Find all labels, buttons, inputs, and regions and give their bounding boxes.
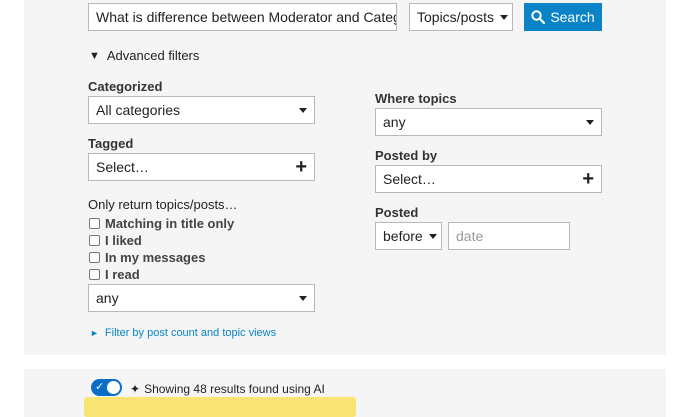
checkbox-i-liked[interactable]: I liked [89,233,142,248]
search-icon [531,10,546,24]
filter-link-label: Filter by post count and topic views [104,327,277,339]
tag-select[interactable]: Select… + [88,153,315,181]
only-return-label: Only return topics/posts… [88,197,238,212]
highlight-mark [84,397,356,417]
only-return-select-value: any [96,290,119,306]
chevron-down-icon [500,14,509,20]
posted-by-value: Select… [383,171,436,187]
checkbox-icon[interactable] [89,252,100,263]
posted-when-value: before [383,228,423,244]
categorized-label: Categorized [88,79,163,94]
checkbox-label: I liked [105,233,142,248]
chevron-down-icon [428,233,437,239]
sparkles-icon: ✦ [130,382,141,396]
posted-by-select[interactable]: Select… + [375,165,602,193]
date-placeholder: date [456,228,484,244]
toggle-knob [107,381,120,394]
only-return-select[interactable]: any [88,284,315,312]
chevron-down-icon [299,295,307,301]
advanced-filters-label: Advanced filters [106,48,200,63]
ai-results-label: Showing 48 results found using AI [144,382,325,396]
posted-label: Posted [375,205,419,220]
category-select[interactable]: All categories [88,96,315,124]
check-icon: ✓ [95,381,105,393]
triangle-down-icon: ▼ [89,49,100,62]
search-input-value: What is difference between Moderator and… [96,9,397,25]
filter-by-post-count-link[interactable]: ► Filter by post count and topic views [90,327,276,339]
checkbox-icon[interactable] [89,218,100,229]
search-button-label: Search [550,9,595,25]
ai-results-text: ✦ Showing 48 results found using AI [130,382,325,396]
advanced-filters-toggle[interactable]: ▼ Advanced filters [89,48,199,63]
category-select-value: All categories [96,102,181,118]
plus-icon: + [582,168,594,190]
checkbox-in-my-messages[interactable]: In my messages [89,250,205,265]
tagged-label: Tagged [88,136,134,151]
search-input[interactable]: What is difference between Moderator and… [88,3,397,31]
search-type-value: Topics/posts [417,9,495,25]
checkbox-icon[interactable] [89,269,100,280]
chevron-down-icon [586,119,594,125]
checkbox-label: Matching in title only [105,216,235,231]
triangle-right-icon: ► [90,328,99,338]
where-topics-select[interactable]: any [375,108,602,136]
checkbox-label: In my messages [105,250,206,265]
checkbox-i-read[interactable]: I read [89,267,140,282]
search-button[interactable]: Search [524,3,602,31]
chevron-down-icon [299,107,307,113]
date-input[interactable]: date [448,222,570,250]
tag-select-value: Select… [96,159,149,175]
search-type-select[interactable]: Topics/posts [409,3,513,31]
where-topics-value: any [383,114,406,130]
posted-when-select[interactable]: before [375,222,442,250]
checkbox-label: I read [105,267,140,282]
plus-icon: + [295,156,307,178]
posted-by-label: Posted by [375,148,438,163]
ai-toggle[interactable]: ✓ [91,379,122,396]
where-topics-label: Where topics [375,91,457,106]
checkbox-icon[interactable] [89,235,100,246]
checkbox-matching-title[interactable]: Matching in title only [89,216,234,231]
